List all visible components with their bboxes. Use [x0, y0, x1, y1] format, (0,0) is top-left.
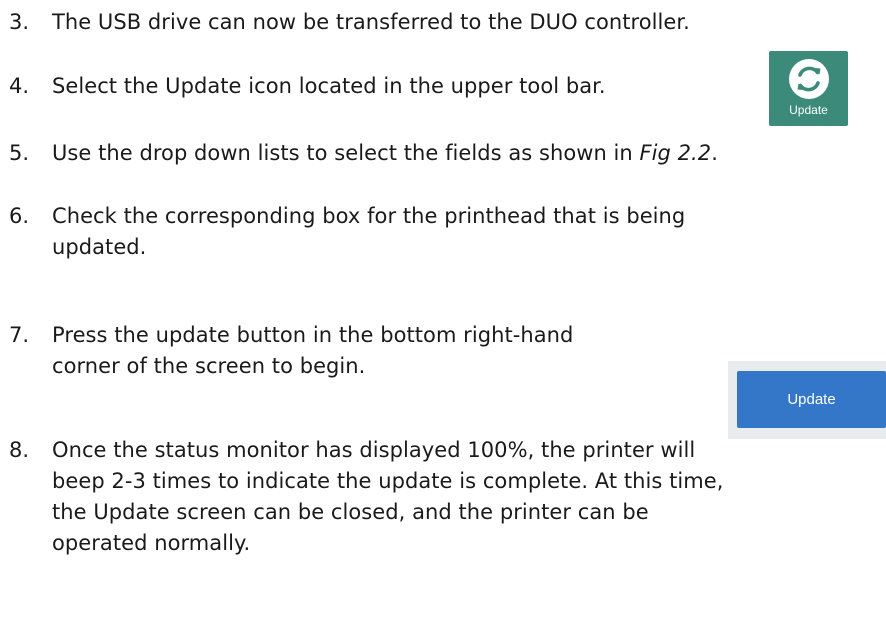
step-line: Press the update button in the bottom ri… [52, 323, 574, 347]
step-7: 7. Press the update button in the bottom… [9, 320, 573, 378]
step-line: operated normally. [52, 531, 251, 555]
step-number: 8. [9, 438, 30, 462]
update-icon-label: Update [789, 103, 828, 117]
step-line: Once the status monitor has displayed 10… [52, 438, 696, 462]
step-text: Select the Update icon located in the up… [52, 71, 606, 102]
step-number: 5. [9, 141, 30, 165]
refresh-icon [789, 59, 829, 99]
step-line: Select the Update icon located in the up… [52, 74, 606, 98]
step-text: Use the drop down lists to select the fi… [52, 138, 718, 169]
step-number: 4. [9, 74, 30, 98]
update-button-frame: Update [728, 361, 886, 439]
step-number: 3. [9, 10, 30, 34]
step-line: updated. [52, 235, 147, 259]
step-line: The USB drive can now be transferred to … [52, 10, 690, 34]
update-icon-tile: Update [769, 51, 848, 126]
step-text: Press the update button in the bottom ri… [52, 320, 573, 382]
step-8: 8. Once the status monitor has displayed… [9, 435, 723, 555]
figure-reference: Fig 2.2 [639, 141, 712, 165]
step-text-after: . [711, 141, 718, 165]
step-4: 4. Select the Update icon located in the… [9, 71, 606, 102]
step-text: Once the status monitor has displayed 10… [52, 435, 723, 559]
step-3: 3. The USB drive can now be transferred … [9, 7, 690, 38]
step-text-before: Use the drop down lists to select the fi… [52, 141, 640, 165]
step-text: The USB drive can now be transferred to … [52, 7, 690, 38]
step-6: 6. Check the corresponding box for the p… [9, 201, 685, 259]
step-5: 5. Use the drop down lists to select the… [9, 138, 718, 169]
step-text: Check the corresponding box for the prin… [52, 201, 685, 263]
step-line: Check the corresponding box for the prin… [52, 204, 686, 228]
step-line: beep 2-3 times to indicate the update is… [52, 469, 724, 493]
step-number: 7. [9, 323, 30, 347]
step-line: the Update screen can be closed, and the… [52, 500, 649, 524]
update-button[interactable]: Update [737, 371, 886, 428]
step-number: 6. [9, 204, 30, 228]
step-line: corner of the screen to begin. [52, 354, 366, 378]
